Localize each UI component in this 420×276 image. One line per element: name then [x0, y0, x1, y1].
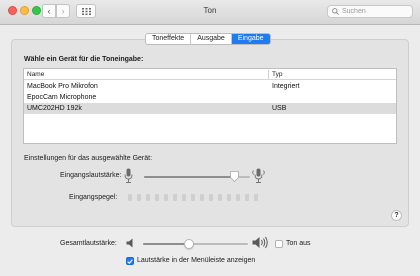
- table-row[interactable]: EpocCam Microphone: [24, 92, 396, 103]
- level-segment: [128, 194, 132, 201]
- input-volume-label: Eingangslautstärke:: [60, 172, 122, 179]
- output-volume-knob[interactable]: [184, 239, 195, 249]
- search-input[interactable]: [342, 8, 412, 15]
- level-segment: [227, 194, 231, 201]
- mute-checkbox[interactable]: [275, 240, 283, 248]
- input-volume-fill: [144, 176, 235, 178]
- device-table: Name Typ MacBook Pro Mikrofon Integriert…: [23, 68, 397, 144]
- show-volume-in-menubar-label: Lautstärke in der Menüleiste anzeigen: [137, 257, 256, 264]
- level-segment: [146, 194, 150, 201]
- table-row-selected[interactable]: UMC202HD 192k USB: [24, 103, 396, 114]
- column-header-type[interactable]: Typ: [272, 71, 282, 78]
- tab-bar: Toneffekte Ausgabe Eingabe: [145, 33, 271, 45]
- tab-toneffekte[interactable]: Toneffekte: [146, 34, 192, 44]
- microphone-high-icon: [252, 168, 265, 183]
- table-row[interactable]: MacBook Pro Mikrofon Integriert: [24, 81, 396, 92]
- input-volume-knob[interactable]: [229, 171, 239, 182]
- speaker-low-icon: [126, 238, 133, 248]
- level-segment: [155, 194, 159, 201]
- help-icon: ?: [394, 212, 399, 219]
- checkmark-icon: [127, 258, 133, 264]
- show-volume-in-menubar-checkbox[interactable]: [126, 257, 134, 265]
- output-volume-slider[interactable]: [143, 243, 248, 245]
- device-name: UMC202HD 192k: [27, 105, 82, 112]
- level-segment: [200, 194, 204, 201]
- help-button[interactable]: ?: [391, 210, 402, 221]
- device-name: MacBook Pro Mikrofon: [27, 83, 98, 90]
- level-segment: [137, 194, 141, 201]
- speaker-high-icon: [252, 236, 268, 249]
- device-name: EpocCam Microphone: [27, 94, 97, 101]
- level-segment: [218, 194, 222, 201]
- column-divider: [268, 70, 269, 79]
- tab-ausgabe[interactable]: Ausgabe: [191, 34, 232, 44]
- level-segment: [182, 194, 186, 201]
- microphone-low-icon: [124, 168, 133, 183]
- level-segment: [209, 194, 213, 201]
- device-settings-label: Einstellungen für das ausgewählte Gerät:: [24, 155, 153, 162]
- title-bar: ‹ › Ton: [0, 0, 420, 25]
- output-volume-label: Gesamtlautstärke:: [60, 240, 117, 247]
- tab-eingabe[interactable]: Eingabe: [231, 34, 270, 44]
- device-list-heading: Wähle ein Gerät für die Toneingabe:: [24, 56, 144, 63]
- output-volume-fill: [143, 243, 190, 245]
- level-segment: [245, 194, 249, 201]
- level-segment: [254, 194, 258, 201]
- search-icon: [332, 8, 339, 15]
- level-segment: [236, 194, 240, 201]
- level-segment: [173, 194, 177, 201]
- column-header-name[interactable]: Name: [27, 71, 44, 78]
- device-type: USB: [272, 105, 287, 112]
- input-level-label: Eingangspegel:: [69, 194, 118, 201]
- input-level-meter: [128, 194, 258, 201]
- level-segment: [164, 194, 168, 201]
- search-field[interactable]: [327, 5, 413, 18]
- level-segment: [191, 194, 195, 201]
- table-header: Name Typ: [24, 69, 396, 80]
- mute-label: Ton aus: [286, 240, 311, 247]
- device-type: Integriert: [272, 83, 300, 90]
